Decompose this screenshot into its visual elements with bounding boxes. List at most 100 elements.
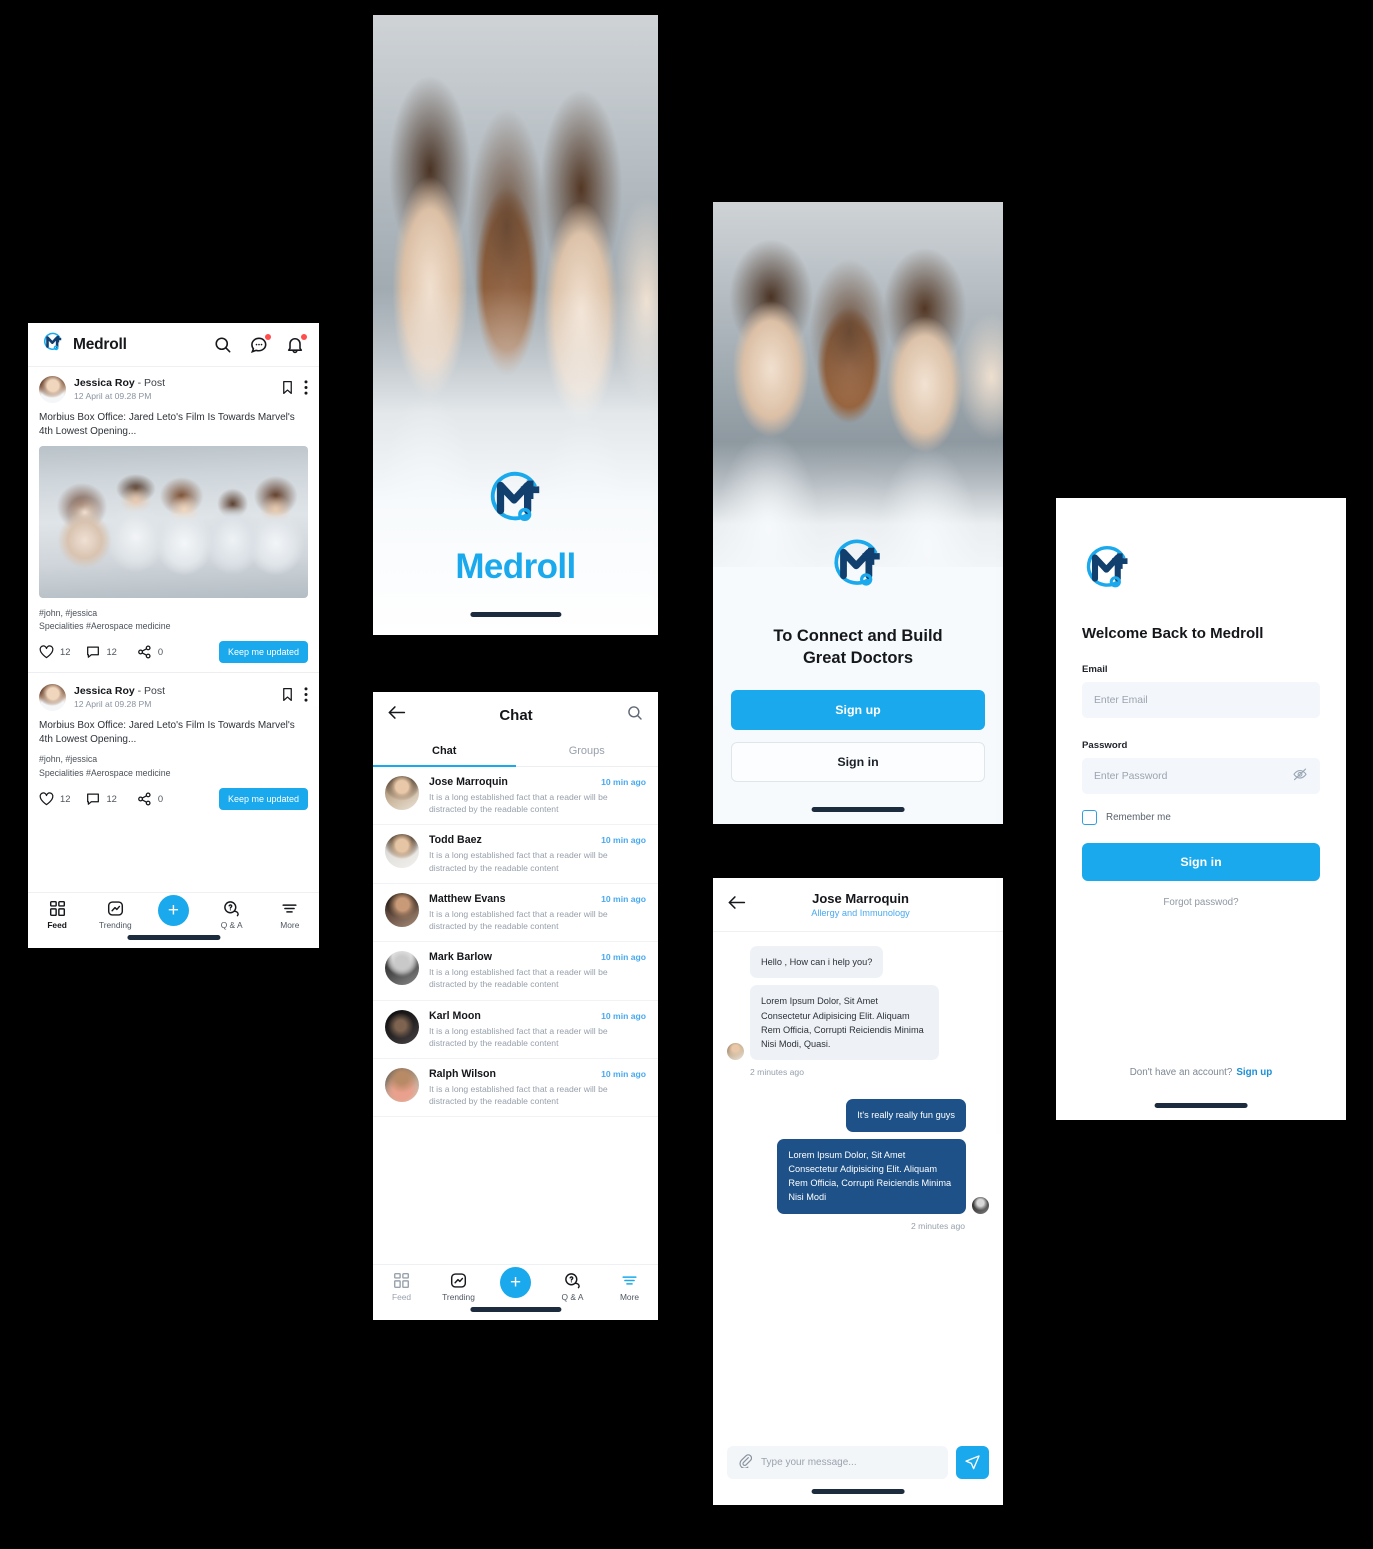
list-item-body: Jose Marroquin 10 min ago It is a long e… — [429, 776, 646, 815]
app-brand: Medroll — [42, 331, 213, 358]
bookmark-icon[interactable] — [281, 687, 294, 707]
tab-more[interactable]: More — [605, 1272, 655, 1302]
onboarding-panel: To Connect and Build Great Doctors Sign … — [713, 539, 1003, 824]
tab-groups[interactable]: Groups — [516, 738, 659, 766]
brand-name: Medroll — [73, 335, 127, 353]
feed-header-actions — [213, 333, 307, 355]
chat-bubble-icon[interactable] — [249, 333, 271, 355]
post-text: Morbius Box Office: Jared Leto's Film Is… — [39, 719, 295, 745]
more-options-icon[interactable] — [304, 687, 308, 707]
comment-action[interactable]: 12 — [86, 645, 117, 659]
search-icon[interactable] — [626, 704, 644, 727]
tab-more[interactable]: More — [265, 900, 315, 930]
avatar — [385, 776, 419, 810]
bell-icon[interactable] — [285, 333, 307, 355]
avatar — [727, 1043, 744, 1061]
timestamp: 10 min ago — [601, 893, 646, 904]
question-bubble-icon — [565, 1273, 580, 1289]
share-count: 0 — [157, 646, 164, 658]
message-bubble: Hello , How can i help you? — [750, 946, 884, 979]
contact-name: Jose Marroquin — [812, 891, 909, 906]
onboarding-title: To Connect and Build Great Doctors — [773, 627, 943, 667]
message-row-incoming: Lorem Ipsum Dolor, Sit Amet Consectetur … — [727, 985, 989, 1061]
signup-link[interactable]: Sign up — [1236, 1067, 1272, 1078]
grid-icon — [393, 1272, 410, 1289]
signup-button[interactable]: Sign up — [731, 689, 985, 730]
like-action[interactable]: 12 — [39, 791, 70, 806]
keep-me-updated-button[interactable]: Keep me updated — [218, 787, 308, 810]
tab-label: Q & A — [561, 1292, 584, 1302]
tab-trending[interactable]: Trending — [90, 900, 140, 930]
tab-label: More — [619, 1292, 640, 1302]
post-header: Jessica Roy - Post 12 April at 09.28 PM — [39, 683, 308, 711]
message-bubble: Lorem Ipsum Dolor, Sit Amet Consectetur … — [777, 1138, 966, 1214]
share-action[interactable]: 0 — [137, 792, 163, 806]
message-row-incoming: Hello , How can i help you? — [727, 946, 989, 979]
plus-icon[interactable]: + — [157, 895, 189, 926]
remember-me-label: Remember me — [1106, 812, 1171, 823]
splash-branding: Medroll — [373, 467, 658, 587]
list-item-top: Todd Baez 10 min ago — [429, 834, 646, 846]
tab-feed[interactable]: Feed — [377, 1272, 427, 1302]
comment-action[interactable]: 12 — [86, 792, 117, 806]
home-indicator — [126, 935, 221, 940]
contact-name: Todd Baez — [429, 834, 482, 847]
contact-name: Mark Barlow — [429, 951, 492, 964]
list-item[interactable]: Mark Barlow 10 min ago It is a long esta… — [373, 942, 658, 1001]
avatar — [39, 376, 66, 403]
tab-qa[interactable]: Q & A — [548, 1272, 598, 1302]
message-input[interactable]: Type your message... — [727, 1446, 948, 1479]
message-bubble: Lorem Ipsum Dolor, Sit Amet Consectetur … — [750, 985, 939, 1061]
email-field[interactable]: Enter Email — [1082, 682, 1320, 718]
eye-off-icon[interactable] — [1292, 766, 1308, 787]
chat-detail-identity: Jose Marroquin Allergy and Immunology — [732, 891, 989, 918]
list-item[interactable]: Todd Baez 10 min ago It is a long establ… — [373, 825, 658, 884]
page-title: Chat — [499, 706, 533, 724]
home-indicator — [811, 807, 905, 812]
tab-qa[interactable]: Q & A — [207, 900, 257, 930]
message-snippet: It is a long established fact that a rea… — [429, 1084, 608, 1107]
list-item[interactable]: Matthew Evans 10 min ago It is a long es… — [373, 884, 658, 943]
like-action[interactable]: 12 — [39, 645, 70, 659]
list-item-top: Jose Marroquin 10 min ago — [429, 776, 646, 788]
post-text: Morbius Box Office: Jared Leto's Film Is… — [39, 412, 295, 437]
phone-feed-screen: Medroll Jessica Roy - Post 12 April at 0… — [28, 323, 319, 948]
contact-name: Ralph Wilson — [429, 1068, 496, 1081]
remember-me-checkbox[interactable] — [1082, 810, 1097, 825]
avatar — [385, 834, 419, 869]
tab-chat[interactable]: Chat — [373, 738, 516, 767]
avatar — [39, 683, 66, 711]
tab-create[interactable]: + — [148, 895, 198, 926]
password-field[interactable]: Enter Password — [1082, 758, 1320, 794]
signin-button[interactable]: Sign in — [731, 741, 985, 782]
send-button[interactable] — [956, 1446, 989, 1479]
list-item[interactable]: Jose Marroquin 10 min ago It is a long e… — [373, 767, 658, 826]
search-icon[interactable] — [213, 335, 233, 355]
screenshot-canvas: Medroll Jessica Roy - Post 12 April at 0… — [0, 0, 1373, 1549]
plus-icon[interactable]: + — [500, 1267, 531, 1298]
forgot-password-link[interactable]: Forgot passwod? — [1082, 897, 1320, 908]
password-label: Password — [1082, 740, 1128, 751]
keep-me-updated-button[interactable]: Keep me updated — [218, 640, 308, 663]
list-item[interactable]: Karl Moon 10 min ago It is a long establ… — [373, 1001, 658, 1060]
list-item[interactable]: Ralph Wilson 10 min ago It is a long est… — [373, 1059, 658, 1118]
list-item-top: Ralph Wilson 10 min ago — [429, 1068, 646, 1080]
message-bubble: It's really really fun guys — [846, 1099, 966, 1132]
message-snippet: It is a long established fact that a rea… — [429, 1025, 608, 1048]
post-actions: 12 12 0 Keep me updated — [39, 787, 308, 810]
more-options-icon[interactable] — [304, 379, 308, 400]
paperclip-icon[interactable] — [738, 1453, 753, 1473]
share-count: 0 — [157, 793, 164, 805]
share-action[interactable]: 0 — [137, 645, 163, 659]
tab-create[interactable]: + — [491, 1267, 541, 1298]
arrow-left-icon[interactable] — [387, 704, 406, 726]
contact-name: Jose Marroquin — [429, 776, 508, 788]
tab-feed[interactable]: Feed — [32, 900, 82, 930]
signin-button[interactable]: Sign in — [1082, 843, 1320, 881]
bookmark-icon[interactable] — [281, 380, 294, 400]
tab-label: Feed — [47, 920, 67, 930]
post-tags: #john, #jessica Specialities #Aerospace … — [39, 607, 171, 632]
password-placeholder: Enter Password — [1094, 770, 1168, 782]
tab-trending[interactable]: Trending — [434, 1272, 484, 1302]
remember-me-row[interactable]: Remember me — [1082, 810, 1320, 825]
